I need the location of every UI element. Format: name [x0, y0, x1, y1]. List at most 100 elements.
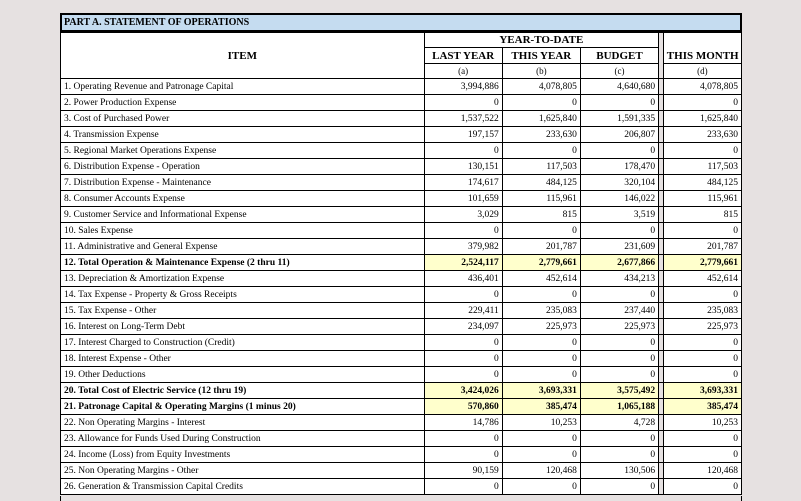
this-month-cell[interactable]: 235,083 — [662, 302, 743, 319]
this-year-cell[interactable]: 452,614 — [501, 270, 581, 287]
this-year-cell[interactable]: 0 — [501, 334, 581, 351]
this-month-cell[interactable]: 385,474 — [662, 398, 743, 415]
last-year-cell[interactable]: 14,786 — [423, 414, 503, 431]
last-year-cell[interactable]: 0 — [423, 222, 503, 239]
budget-cell[interactable]: 0 — [579, 94, 660, 111]
last-year-cell[interactable]: 570,860 — [423, 398, 503, 415]
this-year-cell[interactable]: 815 — [501, 206, 581, 223]
this-year-cell[interactable]: 0 — [501, 430, 581, 447]
this-year-cell[interactable]: 0 — [501, 350, 581, 367]
budget-cell[interactable]: 237,440 — [579, 302, 660, 319]
budget-cell[interactable]: 178,470 — [579, 158, 660, 175]
this-month-cell[interactable]: 0 — [662, 334, 743, 351]
this-month-cell[interactable]: 10,253 — [662, 414, 743, 431]
this-month-cell[interactable]: 0 — [662, 94, 743, 111]
last-year-cell[interactable]: 229,411 — [423, 302, 503, 319]
this-month-cell[interactable]: 117,503 — [662, 158, 743, 175]
this-month-cell[interactable]: 201,787 — [662, 238, 743, 255]
this-year-cell[interactable]: 201,787 — [501, 238, 581, 255]
this-month-cell[interactable]: 815 — [662, 206, 743, 223]
budget-cell[interactable]: 0 — [579, 478, 660, 495]
this-year-cell[interactable]: 225,973 — [501, 318, 581, 335]
budget-cell[interactable]: 146,022 — [579, 190, 660, 207]
this-year-cell[interactable]: 115,961 — [501, 190, 581, 207]
this-year-cell[interactable]: 120,468 — [501, 462, 581, 479]
this-year-cell[interactable]: 2,779,661 — [501, 254, 581, 271]
budget-cell[interactable]: 231,609 — [579, 238, 660, 255]
last-year-cell[interactable]: 1,537,522 — [423, 110, 503, 127]
this-month-cell[interactable]: 0 — [662, 446, 743, 463]
budget-cell[interactable]: 0 — [579, 430, 660, 447]
this-month-cell[interactable]: 0 — [662, 478, 743, 495]
this-month-cell[interactable]: 0 — [662, 366, 743, 383]
budget-cell[interactable]: 0 — [579, 286, 660, 303]
this-year-cell[interactable]: 0 — [501, 222, 581, 239]
budget-cell[interactable]: 434,213 — [579, 270, 660, 287]
last-year-cell[interactable]: 101,659 — [423, 190, 503, 207]
last-year-cell[interactable]: 379,982 — [423, 238, 503, 255]
this-year-cell[interactable]: 0 — [501, 286, 581, 303]
this-year-cell[interactable]: 10,253 — [501, 414, 581, 431]
last-year-cell[interactable]: 130,151 — [423, 158, 503, 175]
this-year-cell[interactable]: 1,625,840 — [501, 110, 581, 127]
last-year-cell[interactable]: 0 — [423, 366, 503, 383]
this-year-cell[interactable]: 484,125 — [501, 174, 581, 191]
this-year-cell[interactable]: 0 — [501, 142, 581, 159]
this-month-cell[interactable]: 225,973 — [662, 318, 743, 335]
last-year-cell[interactable]: 2,524,117 — [423, 254, 503, 271]
budget-cell[interactable]: 320,104 — [579, 174, 660, 191]
this-month-cell[interactable]: 115,961 — [662, 190, 743, 207]
last-year-cell[interactable]: 197,157 — [423, 126, 503, 143]
budget-cell[interactable]: 3,519 — [579, 206, 660, 223]
budget-cell[interactable]: 3,575,492 — [579, 382, 660, 399]
budget-cell[interactable]: 130,506 — [579, 462, 660, 479]
last-year-cell[interactable]: 0 — [423, 94, 503, 111]
budget-cell[interactable]: 1,591,335 — [579, 110, 660, 127]
budget-cell[interactable]: 2,677,866 — [579, 254, 660, 271]
budget-cell[interactable]: 0 — [579, 350, 660, 367]
budget-cell[interactable]: 4,640,680 — [579, 78, 660, 95]
this-month-cell[interactable]: 0 — [662, 286, 743, 303]
this-month-cell[interactable]: 120,468 — [662, 462, 743, 479]
last-year-cell[interactable]: 0 — [423, 334, 503, 351]
budget-cell[interactable]: 0 — [579, 366, 660, 383]
last-year-cell[interactable]: 234,097 — [423, 318, 503, 335]
last-year-cell[interactable]: 3,994,886 — [423, 78, 503, 95]
this-month-cell[interactable]: 3,693,331 — [662, 382, 743, 399]
this-month-cell[interactable]: 0 — [662, 430, 743, 447]
this-year-cell[interactable]: 0 — [501, 446, 581, 463]
last-year-cell[interactable]: 3,029 — [423, 206, 503, 223]
last-year-cell[interactable]: 0 — [423, 446, 503, 463]
this-year-cell[interactable]: 117,503 — [501, 158, 581, 175]
budget-cell[interactable]: 1,065,188 — [579, 398, 660, 415]
this-month-cell[interactable]: 0 — [662, 222, 743, 239]
budget-cell[interactable]: 0 — [579, 142, 660, 159]
last-year-cell[interactable]: 90,159 — [423, 462, 503, 479]
this-month-cell[interactable]: 233,630 — [662, 126, 743, 143]
this-year-cell[interactable]: 3,693,331 — [501, 382, 581, 399]
last-year-cell[interactable]: 3,424,026 — [423, 382, 503, 399]
last-year-cell[interactable]: 0 — [423, 286, 503, 303]
this-year-cell[interactable]: 0 — [501, 478, 581, 495]
budget-cell[interactable]: 225,973 — [579, 318, 660, 335]
this-year-cell[interactable]: 0 — [501, 94, 581, 111]
this-month-cell[interactable]: 484,125 — [662, 174, 743, 191]
this-month-cell[interactable]: 0 — [662, 350, 743, 367]
this-month-cell[interactable]: 0 — [662, 142, 743, 159]
budget-cell[interactable]: 0 — [579, 222, 660, 239]
this-year-cell[interactable]: 235,083 — [501, 302, 581, 319]
last-year-cell[interactable]: 436,401 — [423, 270, 503, 287]
this-month-cell[interactable]: 452,614 — [662, 270, 743, 287]
this-year-cell[interactable]: 385,474 — [501, 398, 581, 415]
this-year-cell[interactable]: 0 — [501, 366, 581, 383]
budget-cell[interactable]: 0 — [579, 334, 660, 351]
last-year-cell[interactable]: 0 — [423, 350, 503, 367]
budget-cell[interactable]: 206,807 — [579, 126, 660, 143]
this-year-cell[interactable]: 4,078,805 — [501, 78, 581, 95]
last-year-cell[interactable]: 0 — [423, 142, 503, 159]
budget-cell[interactable]: 0 — [579, 446, 660, 463]
budget-cell[interactable]: 4,728 — [579, 414, 660, 431]
this-month-cell[interactable]: 2,779,661 — [662, 254, 743, 271]
last-year-cell[interactable]: 0 — [423, 430, 503, 447]
last-year-cell[interactable]: 0 — [423, 478, 503, 495]
